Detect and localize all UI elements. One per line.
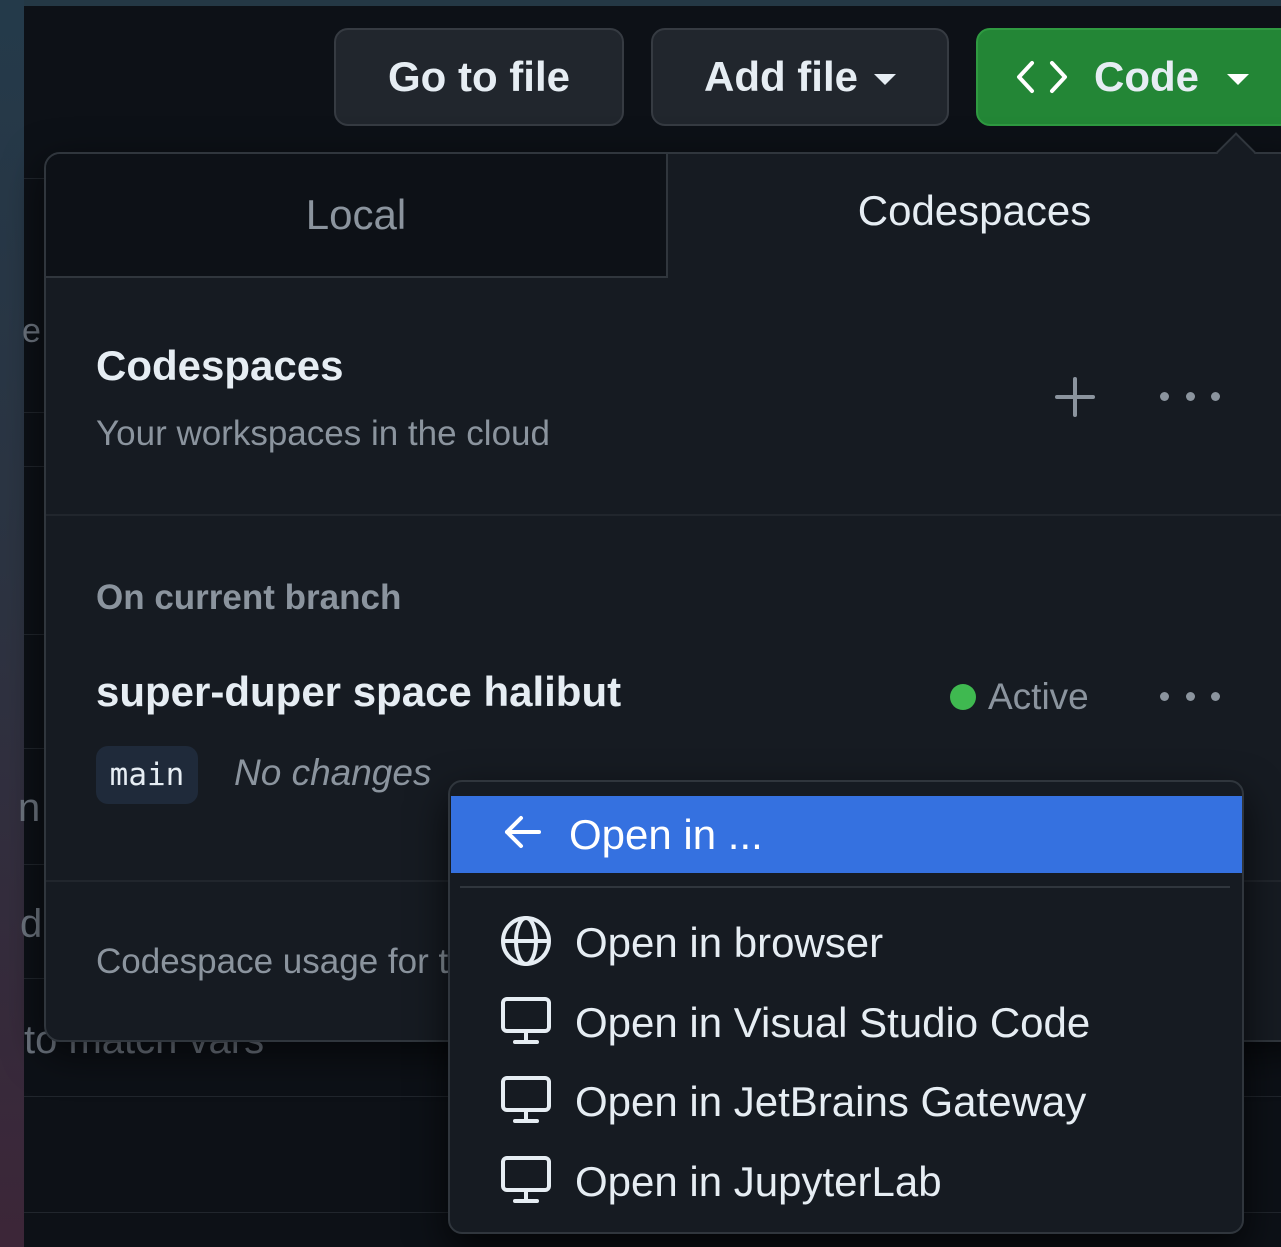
arrow-left-icon xyxy=(503,814,543,855)
desktop-icon xyxy=(499,1075,553,1130)
bg-text-fragment: e xyxy=(22,312,41,350)
window-edge-left xyxy=(0,0,24,1247)
menu-item-label: Open in JetBrains Gateway xyxy=(575,1078,1087,1125)
dot xyxy=(1211,691,1220,701)
menu-item-label: Open in JupyterLab xyxy=(575,1158,942,1205)
section-label: On current branch xyxy=(96,578,402,617)
usage-text: Codespace usage for t xyxy=(96,942,449,981)
code-label: Code xyxy=(1094,53,1199,100)
branch-chip: main xyxy=(96,746,198,804)
section-divider xyxy=(46,514,1281,516)
bg-text-fragment: n xyxy=(18,786,41,830)
plus-icon[interactable] xyxy=(1050,372,1100,422)
kebab-horizontal-icon[interactable] xyxy=(1160,686,1220,706)
tab-local[interactable]: Local xyxy=(46,154,668,278)
menu-item-open-in-vscode[interactable]: Open in Visual Studio Code xyxy=(451,984,1242,1062)
add-file-button[interactable]: Add file xyxy=(651,28,949,126)
menu-item-open-in-browser[interactable]: Open in browser xyxy=(451,904,1242,982)
menu-item-label: Open in browser xyxy=(575,919,884,966)
codespace-name[interactable]: super-duper space halibut xyxy=(96,668,621,716)
add-file-label: Add file xyxy=(704,53,858,100)
globe-icon xyxy=(499,914,553,973)
dot xyxy=(1160,391,1169,401)
bg-text-fragment: d xyxy=(20,902,43,946)
menu-item-open-in[interactable]: Open in ... xyxy=(451,796,1242,873)
triangle-down-icon xyxy=(874,73,896,85)
kebab-horizontal-icon[interactable] xyxy=(1160,386,1220,406)
desktop-icon xyxy=(499,1155,553,1210)
menu-item-open-in-jupyterlab[interactable]: Open in JupyterLab xyxy=(451,1143,1242,1221)
tab-codespaces-label: Codespaces xyxy=(857,187,1092,234)
tab-local-label: Local xyxy=(305,191,407,238)
code-button[interactable]: Code xyxy=(976,28,1281,126)
menu-item-label: Open in ... xyxy=(569,810,763,858)
dot xyxy=(1160,691,1169,701)
tab-codespaces[interactable]: Codespaces xyxy=(668,154,1281,278)
triangle-down-icon xyxy=(1227,73,1249,85)
status-indicator xyxy=(950,684,976,710)
changes-status: No changes xyxy=(234,752,432,793)
menu-item-label: Open in Visual Studio Code xyxy=(575,999,1091,1046)
desktop-icon xyxy=(499,996,553,1051)
dot xyxy=(1185,391,1195,401)
codespaces-subtitle: Your workspaces in the cloud xyxy=(96,414,550,453)
status-badge: Active xyxy=(988,676,1089,717)
go-to-file-button[interactable]: Go to file xyxy=(334,28,624,126)
go-to-file-label: Go to file xyxy=(388,53,570,100)
codespaces-heading: Codespaces xyxy=(96,342,344,389)
code-icon xyxy=(1016,59,1068,95)
dot xyxy=(1185,691,1195,701)
menu-divider xyxy=(460,886,1230,888)
menu-item-open-in-jetbrains[interactable]: Open in JetBrains Gateway xyxy=(451,1063,1242,1141)
dot xyxy=(1211,391,1220,401)
